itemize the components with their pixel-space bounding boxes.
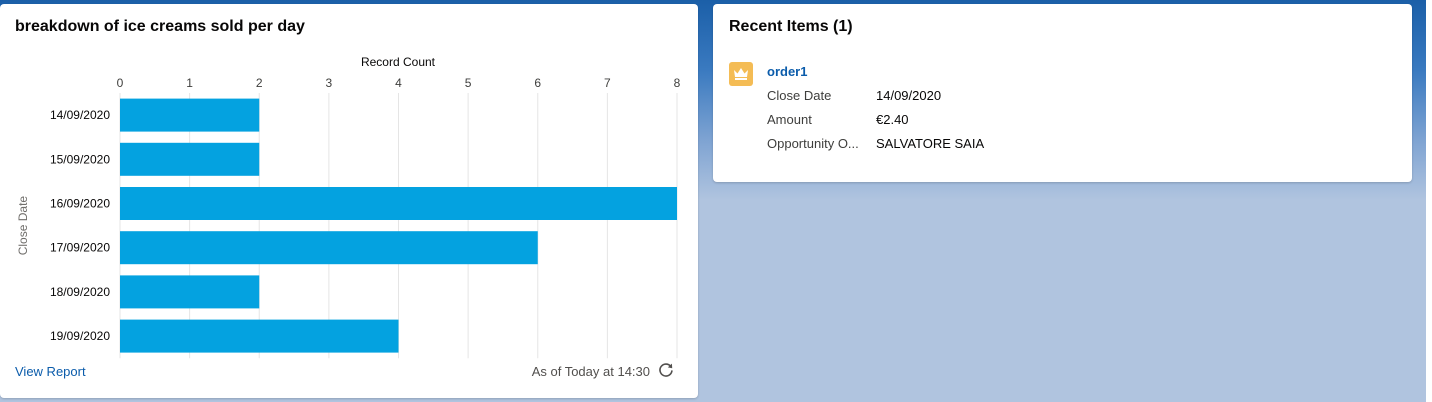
recent-item-link[interactable]: order1 (767, 64, 807, 79)
x-tick-label: 1 (186, 76, 193, 90)
x-tick-label: 5 (465, 76, 472, 90)
field-label: Close Date (767, 88, 832, 103)
y-axis-title: Close Date (16, 196, 30, 256)
recent-items-card: Recent Items (1) order1 Close Date 14/09… (713, 4, 1412, 182)
bar (120, 142, 260, 176)
bar (120, 98, 260, 132)
field-value: SALVATORE SAIA (876, 136, 985, 151)
x-tick-label: 0 (117, 76, 124, 90)
x-tick-label: 4 (395, 76, 402, 90)
field-value: 14/09/2020 (876, 88, 942, 103)
x-tick-label: 6 (534, 76, 541, 90)
page-edge (1426, 0, 1432, 402)
crown-icon (729, 62, 753, 86)
chart-card-title: breakdown of ice creams sold per day (15, 18, 305, 35)
bar (120, 275, 260, 309)
x-tick-label: 7 (604, 76, 611, 90)
bar (120, 231, 538, 265)
y-category-label: 16/09/2020 (50, 197, 110, 211)
x-tick-label: 3 (326, 76, 333, 90)
recent-items-title: Recent Items (1) (729, 18, 853, 35)
chart-card: 0 1 2 3 4 5 6 7 8 Record Count Close Date 14/09/202… (0, 4, 698, 398)
field-row-close-date: Close Date 14/09/2020 (767, 88, 1367, 106)
bar-chart: 0 1 2 3 4 5 6 7 8 Record Count Close Date 14/09/202… (16, 55, 681, 359)
as-of-timestamp: As of Today at 14:30 (531, 364, 650, 379)
x-axis-title: Record Count (361, 55, 436, 69)
y-category-label: 17/09/2020 (50, 241, 110, 255)
x-tick-label: 2 (256, 76, 263, 90)
refresh-icon[interactable] (658, 362, 674, 378)
y-category-label: 15/09/2020 (50, 152, 110, 166)
view-report-link[interactable]: View Report (15, 364, 86, 379)
y-category-label: 14/09/2020 (50, 108, 110, 122)
y-category-label: 19/09/2020 (50, 329, 110, 343)
field-value: €2.40 (876, 112, 909, 127)
y-category-label: 18/09/2020 (50, 285, 110, 299)
bar (120, 319, 399, 353)
field-row-amount: Amount €2.40 (767, 112, 1367, 130)
x-tick-label: 8 (674, 76, 681, 90)
field-row-opportunity-owner: Opportunity O... SALVATORE SAIA (767, 136, 1367, 154)
bar (120, 187, 677, 220)
field-label: Opportunity O... (767, 136, 859, 151)
field-label: Amount (767, 112, 812, 127)
